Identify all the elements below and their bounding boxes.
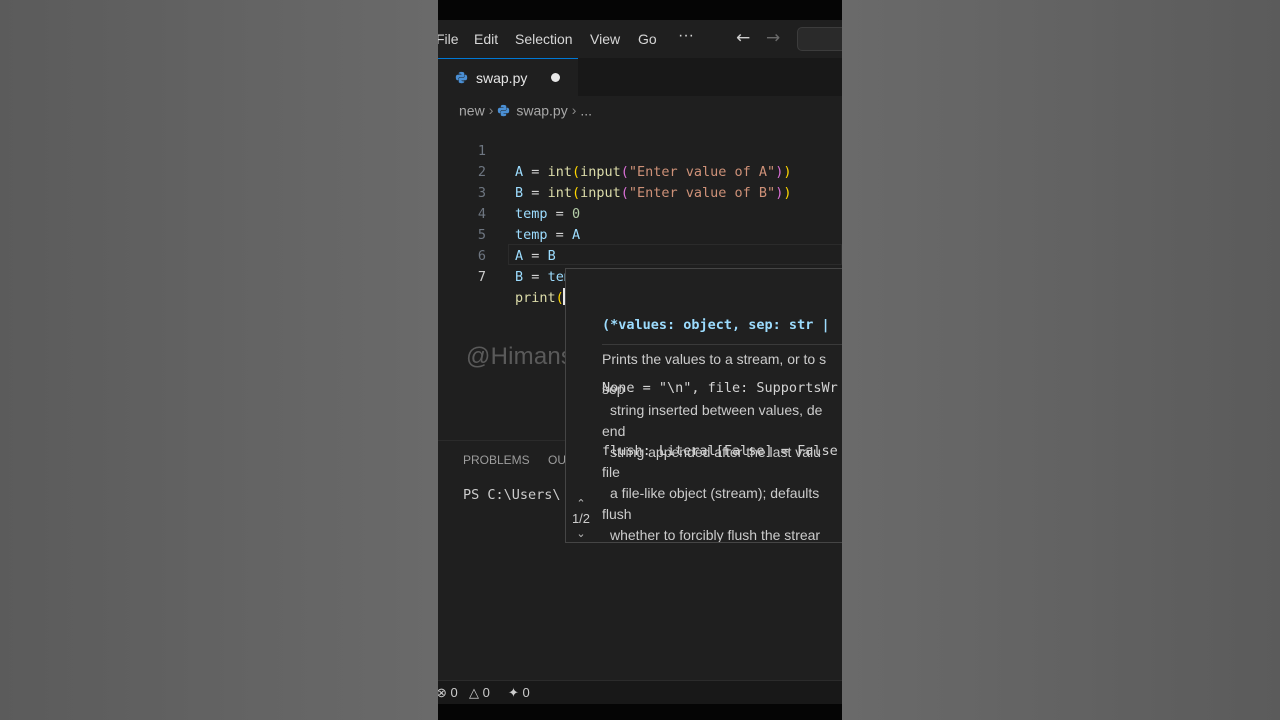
background-right (842, 0, 1280, 720)
code-line[interactable]: 7 print() (438, 246, 842, 306)
param-name: file (602, 464, 620, 480)
breadcrumb-more[interactable]: ... (580, 102, 592, 118)
warning-icon: △ (469, 685, 479, 700)
menu-edit[interactable]: Edit (474, 31, 498, 47)
background-left (0, 0, 438, 720)
code-line[interactable]: 3 temp = 0 (438, 162, 842, 222)
menu-selection[interactable]: Selection (515, 31, 573, 47)
signature-line: (*values: object, sep: str | (602, 317, 830, 333)
broadcast-icon: ✦ (508, 685, 519, 700)
breadcrumb-folder[interactable]: new (459, 102, 485, 118)
param-text: whether to forcibly flush the strear (610, 527, 821, 543)
tab-label: swap.py (476, 70, 528, 86)
line-number: 7 (477, 269, 486, 285)
menu-file[interactable]: File (438, 31, 459, 47)
terminal-prompt[interactable]: PS C:\Users\ (463, 487, 561, 503)
error-count: 0 (450, 685, 458, 700)
param-name: end (602, 423, 626, 439)
menu-go[interactable]: Go (638, 31, 657, 47)
menu-view[interactable]: View (590, 31, 620, 47)
param-text: string inserted between values, de (610, 402, 823, 418)
param-name: sep (602, 381, 625, 397)
unsaved-dot-icon[interactable] (551, 73, 560, 82)
chevron-up-icon[interactable]: ⌃ (574, 497, 588, 510)
python-icon (498, 104, 510, 116)
arrow-right-icon[interactable]: → (766, 28, 780, 48)
chevron-down-icon[interactable]: ⌄ (574, 527, 588, 540)
signature-pager: 1/2 (571, 511, 591, 526)
chevron-right-icon: › (571, 102, 577, 119)
breadcrumb-file[interactable]: swap.py (516, 102, 567, 118)
signature-help-popup[interactable]: (*values: object, sep: str | None = "\n"… (565, 268, 842, 543)
code-text: print() (515, 288, 572, 306)
errors-status[interactable]: ⊗ 0 (438, 685, 458, 701)
warning-count: 0 (482, 685, 490, 700)
status-bar: ⊗ 0 △ 0 ✦ 0 (438, 680, 842, 705)
signature-line: None = "\n", file: SupportsWr (602, 380, 838, 396)
signature-text: (*values: object, sep: str | None = "\n"… (602, 273, 838, 504)
code-line[interactable]: 2 B = int(input("Enter value of B")) (438, 141, 842, 201)
bottom-black-bar (438, 704, 842, 720)
code-line[interactable]: 5 A = B (438, 204, 842, 264)
python-icon (455, 71, 468, 84)
param-text: string appended after the last valu (610, 444, 821, 460)
top-black-bar (438, 0, 842, 20)
code-line[interactable]: 4 temp = A (438, 183, 842, 243)
ports-status[interactable]: ✦ 0 (508, 685, 530, 701)
menu-more[interactable]: ··· (678, 27, 694, 45)
divider (602, 344, 842, 345)
doc-description: Prints the values to a stream, or to s (602, 351, 827, 367)
menu-bar: File Edit Selection View Go ··· ← → (438, 20, 842, 58)
ports-count: 0 (522, 685, 530, 700)
chevron-right-icon: › (488, 102, 494, 119)
error-icon: ⊗ (438, 685, 447, 700)
arrow-left-icon[interactable]: ← (736, 28, 750, 48)
tab-output[interactable]: OU (548, 453, 566, 467)
warnings-status[interactable]: △ 0 (469, 685, 490, 701)
tab-swap-py[interactable]: swap.py (438, 58, 578, 96)
param-name: flush (602, 506, 632, 522)
breadcrumb: new › swap.py ›... (459, 101, 592, 118)
command-center-search[interactable] (797, 27, 842, 51)
param-text: a file-like object (stream); defaults (610, 485, 820, 501)
code-line[interactable]: 1 A = int(input("Enter value of A")) (438, 120, 842, 180)
tab-problems[interactable]: PROBLEMS (463, 453, 530, 467)
editor-tab-bar: swap.py (438, 58, 842, 96)
code-line[interactable]: 6 B = temp (438, 225, 842, 285)
vscode-window: File Edit Selection View Go ··· ← → swap… (438, 0, 842, 720)
